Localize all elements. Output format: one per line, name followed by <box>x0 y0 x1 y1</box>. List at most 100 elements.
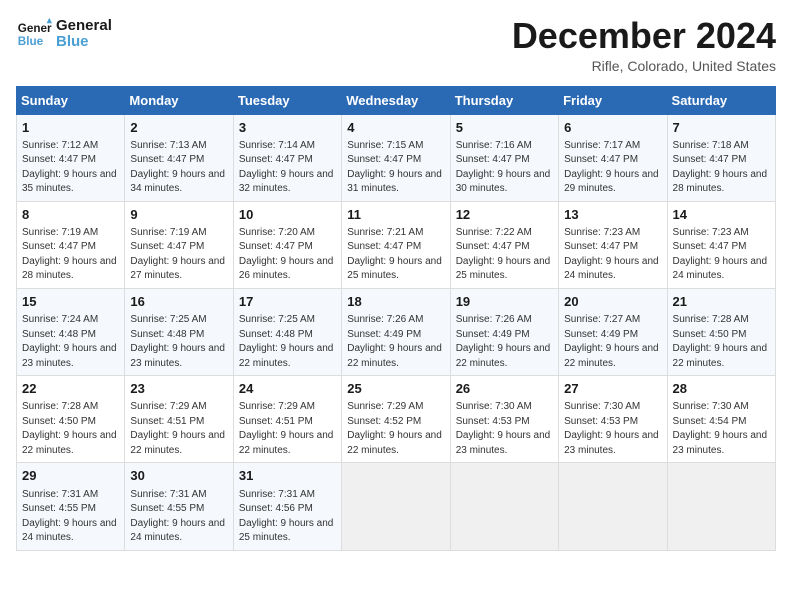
day-number: 10 <box>239 206 336 224</box>
weekday-header-monday: Monday <box>125 86 233 114</box>
day-number: 27 <box>564 380 661 398</box>
logo-text-blue: Blue <box>56 34 112 51</box>
day-number: 14 <box>673 206 770 224</box>
calendar-week-row: 1Sunrise: 7:12 AMSunset: 4:47 PMDaylight… <box>17 114 776 201</box>
day-info: Sunrise: 7:13 AMSunset: 4:47 PMDaylight:… <box>130 139 227 197</box>
day-number: 30 <box>130 467 227 485</box>
day-info: Sunrise: 7:26 AMSunset: 4:49 PMDaylight:… <box>456 313 553 371</box>
calendar-cell: 6 Sunrise: 7:17 AMSunset: 4:47 PMDaylight… <box>559 114 667 201</box>
weekday-header-saturday: Saturday <box>667 86 775 114</box>
day-number: 23 <box>130 380 227 398</box>
calendar-week-row: 8 Sunrise: 7:19 AMSunset: 4:47 PMDaylight… <box>17 201 776 288</box>
calendar-cell <box>667 463 775 550</box>
calendar-cell: 16Sunrise: 7:25 AMSunset: 4:48 PMDayligh… <box>125 288 233 375</box>
day-info: Sunrise: 7:28 AMSunset: 4:50 PMDaylight:… <box>22 400 119 458</box>
weekday-header-wednesday: Wednesday <box>342 86 450 114</box>
day-number: 25 <box>347 380 444 398</box>
day-number: 9 <box>130 206 227 224</box>
calendar-subtitle: Rifle, Colorado, United States <box>512 58 776 74</box>
day-info: Sunrise: 7:28 AMSunset: 4:50 PMDaylight:… <box>673 313 770 371</box>
weekday-header-thursday: Thursday <box>450 86 558 114</box>
day-info: Sunrise: 7:15 AMSunset: 4:47 PMDaylight:… <box>347 139 444 197</box>
day-number: 31 <box>239 467 336 485</box>
calendar-cell: 13Sunrise: 7:23 AMSunset: 4:47 PMDayligh… <box>559 201 667 288</box>
day-number: 16 <box>130 293 227 311</box>
weekday-header-row: SundayMondayTuesdayWednesdayThursdayFrid… <box>17 86 776 114</box>
day-number: 6 <box>564 119 661 137</box>
day-info: Sunrise: 7:19 AMSunset: 4:47 PMDaylight:… <box>130 226 227 284</box>
day-number: 2 <box>130 119 227 137</box>
day-number: 13 <box>564 206 661 224</box>
calendar-cell: 1Sunrise: 7:12 AMSunset: 4:47 PMDaylight… <box>17 114 125 201</box>
calendar-cell: 17 Sunrise: 7:25 AMSunset: 4:48 PMDayligh… <box>233 288 341 375</box>
day-number: 24 <box>239 380 336 398</box>
day-number: 19 <box>456 293 553 311</box>
day-number: 12 <box>456 206 553 224</box>
calendar-table: SundayMondayTuesdayWednesdayThursdayFrid… <box>16 86 776 551</box>
day-number: 3 <box>239 119 336 137</box>
calendar-cell: 15Sunrise: 7:24 AMSunset: 4:48 PMDayligh… <box>17 288 125 375</box>
calendar-cell: 4 Sunrise: 7:15 AMSunset: 4:47 PMDaylight… <box>342 114 450 201</box>
calendar-cell: 24 Sunrise: 7:29 AMSunset: 4:51 PMDayligh… <box>233 376 341 463</box>
calendar-cell: 14 Sunrise: 7:23 AMSunset: 4:47 PMDayligh… <box>667 201 775 288</box>
day-info: Sunrise: 7:17 AMSunset: 4:47 PMDaylight:… <box>564 139 661 197</box>
svg-text:Blue: Blue <box>18 35 44 48</box>
calendar-cell <box>450 463 558 550</box>
day-number: 20 <box>564 293 661 311</box>
calendar-cell: 30 Sunrise: 7:31 AMSunset: 4:55 PMDayligh… <box>125 463 233 550</box>
day-number: 1 <box>22 119 119 137</box>
day-number: 21 <box>673 293 770 311</box>
calendar-cell: 21 Sunrise: 7:28 AMSunset: 4:50 PMDayligh… <box>667 288 775 375</box>
day-number: 28 <box>673 380 770 398</box>
calendar-cell: 9 Sunrise: 7:19 AMSunset: 4:47 PMDaylight… <box>125 201 233 288</box>
calendar-cell: 26 Sunrise: 7:30 AMSunset: 4:53 PMDayligh… <box>450 376 558 463</box>
calendar-cell: 31Sunrise: 7:31 AMSunset: 4:56 PMDayligh… <box>233 463 341 550</box>
calendar-cell: 23 Sunrise: 7:29 AMSunset: 4:51 PMDayligh… <box>125 376 233 463</box>
day-info: Sunrise: 7:14 AMSunset: 4:47 PMDaylight:… <box>239 139 336 197</box>
day-number: 11 <box>347 206 444 224</box>
calendar-cell: 2 Sunrise: 7:13 AMSunset: 4:47 PMDaylight… <box>125 114 233 201</box>
calendar-cell: 18Sunrise: 7:26 AMSunset: 4:49 PMDayligh… <box>342 288 450 375</box>
calendar-cell: 19 Sunrise: 7:26 AMSunset: 4:49 PMDayligh… <box>450 288 558 375</box>
day-info: Sunrise: 7:23 AMSunset: 4:47 PMDaylight:… <box>673 226 770 284</box>
day-number: 8 <box>22 206 119 224</box>
calendar-cell: 12 Sunrise: 7:22 AMSunset: 4:47 PMDayligh… <box>450 201 558 288</box>
day-info: Sunrise: 7:22 AMSunset: 4:47 PMDaylight:… <box>456 226 553 284</box>
calendar-cell: 7 Sunrise: 7:18 AMSunset: 4:47 PMDaylight… <box>667 114 775 201</box>
svg-text:General: General <box>18 22 52 35</box>
calendar-title: December 2024 <box>512 16 776 56</box>
calendar-cell <box>342 463 450 550</box>
day-number: 26 <box>456 380 553 398</box>
calendar-body: 1Sunrise: 7:12 AMSunset: 4:47 PMDaylight… <box>17 114 776 550</box>
day-info: Sunrise: 7:18 AMSunset: 4:47 PMDaylight:… <box>673 139 770 197</box>
day-info: Sunrise: 7:31 AMSunset: 4:55 PMDaylight:… <box>22 488 119 546</box>
weekday-header-sunday: Sunday <box>17 86 125 114</box>
calendar-cell: 25Sunrise: 7:29 AMSunset: 4:52 PMDayligh… <box>342 376 450 463</box>
day-info: Sunrise: 7:31 AMSunset: 4:55 PMDaylight:… <box>130 488 227 546</box>
day-info: Sunrise: 7:30 AMSunset: 4:53 PMDaylight:… <box>564 400 661 458</box>
calendar-cell: 28Sunrise: 7:30 AMSunset: 4:54 PMDayligh… <box>667 376 775 463</box>
header: General Blue General Blue December 2024 … <box>16 16 776 74</box>
logo: General Blue General Blue <box>16 16 112 52</box>
day-info: Sunrise: 7:30 AMSunset: 4:53 PMDaylight:… <box>456 400 553 458</box>
calendar-week-row: 15Sunrise: 7:24 AMSunset: 4:48 PMDayligh… <box>17 288 776 375</box>
logo-icon: General Blue <box>16 16 52 52</box>
day-info: Sunrise: 7:21 AMSunset: 4:47 PMDaylight:… <box>347 226 444 284</box>
calendar-cell: 27 Sunrise: 7:30 AMSunset: 4:53 PMDayligh… <box>559 376 667 463</box>
calendar-cell: 5Sunrise: 7:16 AMSunset: 4:47 PMDaylight… <box>450 114 558 201</box>
calendar-cell <box>559 463 667 550</box>
day-info: Sunrise: 7:27 AMSunset: 4:49 PMDaylight:… <box>564 313 661 371</box>
day-number: 17 <box>239 293 336 311</box>
calendar-cell: 29Sunrise: 7:31 AMSunset: 4:55 PMDayligh… <box>17 463 125 550</box>
day-number: 7 <box>673 119 770 137</box>
day-number: 5 <box>456 119 553 137</box>
day-info: Sunrise: 7:25 AMSunset: 4:48 PMDaylight:… <box>239 313 336 371</box>
day-info: Sunrise: 7:29 AMSunset: 4:51 PMDaylight:… <box>239 400 336 458</box>
day-number: 4 <box>347 119 444 137</box>
day-info: Sunrise: 7:19 AMSunset: 4:47 PMDaylight:… <box>22 226 119 284</box>
weekday-header-friday: Friday <box>559 86 667 114</box>
calendar-cell: 22Sunrise: 7:28 AMSunset: 4:50 PMDayligh… <box>17 376 125 463</box>
day-info: Sunrise: 7:29 AMSunset: 4:51 PMDaylight:… <box>130 400 227 458</box>
day-info: Sunrise: 7:26 AMSunset: 4:49 PMDaylight:… <box>347 313 444 371</box>
title-block: December 2024 Rifle, Colorado, United St… <box>512 16 776 74</box>
